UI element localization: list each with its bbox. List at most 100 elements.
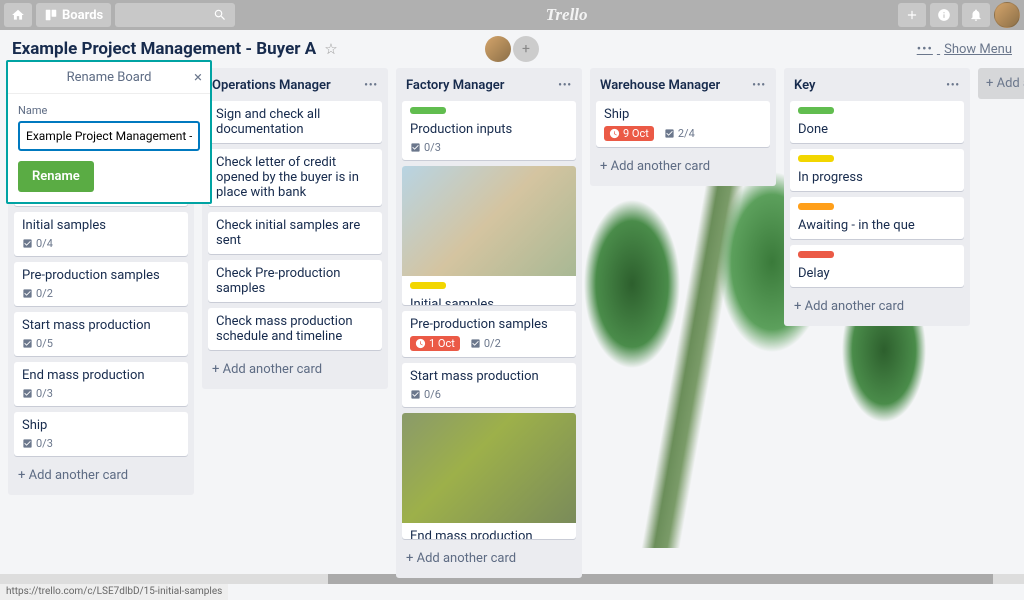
card[interactable]: Start mass production 0/6 xyxy=(402,363,576,407)
card-title: Done xyxy=(798,122,828,137)
list-menu-icon[interactable]: ••• xyxy=(558,80,572,91)
card[interactable]: Pre-production samples 0/2 xyxy=(14,262,188,306)
due-badge: 1 Oct xyxy=(410,336,460,351)
card[interactable]: Initial samples 0/4 xyxy=(14,212,188,256)
card[interactable]: Done xyxy=(790,101,964,143)
list: Factory Manager ••• Production inputs 0/3 I… xyxy=(396,68,582,578)
rename-button[interactable]: Rename xyxy=(18,161,94,192)
add-card-button[interactable]: + Add another card xyxy=(14,462,188,489)
card-title: End mass production xyxy=(22,368,145,383)
search-input[interactable] xyxy=(115,3,235,27)
card[interactable]: Pre-production samples 1 Oct 0/2 xyxy=(402,311,576,357)
name-label: Name xyxy=(18,104,200,117)
boards-label: Boards xyxy=(62,8,103,23)
card-title: Ship xyxy=(604,107,629,122)
card-title: Check letter of credit opened by the buy… xyxy=(216,155,359,200)
list: Key ••• Done In progress Awaiting - in the q… xyxy=(784,68,970,326)
boards-button[interactable]: Boards xyxy=(36,3,111,27)
popover-title: Rename Board× xyxy=(8,62,210,94)
card[interactable]: Ship 9 Oct 2/4 xyxy=(596,101,770,147)
card-title: Check initial samples are sent xyxy=(216,218,360,248)
card-title: Sign and check all documentation xyxy=(216,107,320,137)
card-label xyxy=(798,155,834,162)
add-card-button[interactable]: + Add another card xyxy=(208,356,382,383)
list: Operations Manager ••• Sign and check all … xyxy=(202,68,388,389)
close-icon[interactable]: × xyxy=(194,68,202,86)
card[interactable]: End mass production 1 1 3/5 xyxy=(402,413,576,539)
notifications-button[interactable] xyxy=(962,3,990,27)
checklist-badge: 0/3 xyxy=(22,437,53,450)
user-avatar[interactable] xyxy=(994,2,1020,28)
card-label xyxy=(798,203,834,210)
list-title[interactable]: Operations Manager xyxy=(212,78,331,93)
board-name-input[interactable] xyxy=(18,121,200,151)
card-label xyxy=(410,282,446,289)
add-card-button[interactable]: + Add another card xyxy=(402,545,576,572)
status-bar: https://trello.com/c/LSE7dlbD/15-initial… xyxy=(0,584,228,600)
card-label xyxy=(410,107,446,114)
list-title[interactable]: Warehouse Manager xyxy=(600,78,720,93)
checklist-badge: 2/4 xyxy=(664,127,695,140)
card-title: Production inputs xyxy=(410,122,512,137)
logo: Trello xyxy=(239,5,894,25)
card-title: End mass production xyxy=(410,529,533,539)
card-title: Pre-production samples xyxy=(22,268,160,283)
card[interactable]: Check letter of credit opened by the buy… xyxy=(208,149,382,206)
list: Warehouse Manager ••• Ship 9 Oct 2/4 + Add … xyxy=(590,68,776,186)
card[interactable]: Start mass production 0/5 xyxy=(14,312,188,356)
star-button[interactable]: ☆ xyxy=(324,40,337,58)
info-button[interactable] xyxy=(930,3,958,27)
list-title[interactable]: Key xyxy=(794,78,815,93)
card-label xyxy=(798,251,834,258)
card[interactable]: Awaiting - in the que xyxy=(790,197,964,239)
add-button[interactable] xyxy=(898,3,926,27)
member-avatar[interactable] xyxy=(485,36,511,62)
search-icon xyxy=(213,8,227,22)
card[interactable]: Check Pre-production samples xyxy=(208,260,382,302)
rename-board-popover: Rename Board× Name Rename xyxy=(6,60,212,204)
card-cover-image xyxy=(402,413,576,523)
list-menu-icon[interactable]: ••• xyxy=(364,80,378,91)
card[interactable]: Sign and check all documentation xyxy=(208,101,382,143)
card-title: Awaiting - in the que xyxy=(798,218,915,233)
card-title: Start mass production xyxy=(410,369,539,384)
checklist-badge: 0/3 xyxy=(410,141,441,154)
add-member-button[interactable]: + xyxy=(513,36,539,62)
due-badge: 9 Oct xyxy=(604,126,654,141)
card-cover-image xyxy=(402,166,576,276)
card-title: Pre-production samples xyxy=(410,317,548,332)
add-list-button[interactable]: + Add an xyxy=(978,68,1024,99)
card[interactable]: Production inputs 0/3 xyxy=(402,101,576,160)
card[interactable]: Delay xyxy=(790,245,964,287)
card-title: Initial samples xyxy=(410,297,494,305)
bell-icon xyxy=(969,8,983,22)
show-menu-button[interactable]: ••• Show Menu xyxy=(917,42,1012,57)
plus-icon xyxy=(905,8,919,22)
card[interactable]: Check mass production schedule and timel… xyxy=(208,308,382,350)
card-title: Ship xyxy=(22,418,47,433)
card[interactable]: End mass production 0/3 xyxy=(14,362,188,406)
checklist-badge: 0/3 xyxy=(22,387,53,400)
card-title: Delay xyxy=(798,266,830,281)
checklist-badge: 0/5 xyxy=(22,337,53,350)
list-title[interactable]: Factory Manager xyxy=(406,78,504,93)
card[interactable]: Ship 0/3 xyxy=(14,412,188,456)
card-title: Start mass production xyxy=(22,318,151,333)
add-card-button[interactable]: + Add another card xyxy=(790,293,964,320)
checklist-badge: 0/4 xyxy=(22,237,53,250)
card-title: Check Pre-production samples xyxy=(216,266,340,296)
home-button[interactable] xyxy=(4,3,32,27)
topbar: Boards Trello xyxy=(0,0,1024,30)
card[interactable]: In progress xyxy=(790,149,964,191)
card-title: Initial samples xyxy=(22,218,106,233)
list-menu-icon[interactable]: ••• xyxy=(946,80,960,91)
list-menu-icon[interactable]: ••• xyxy=(752,80,766,91)
boards-icon xyxy=(44,8,58,22)
checklist-badge: 0/2 xyxy=(22,287,53,300)
info-icon xyxy=(937,8,951,22)
card[interactable]: Initial samples 2 1 2/3 xyxy=(402,166,576,305)
card[interactable]: Check initial samples are sent xyxy=(208,212,382,254)
board-title[interactable]: Example Project Management - Buyer A xyxy=(12,39,316,59)
add-card-button[interactable]: + Add another card xyxy=(596,153,770,180)
checklist-badge: 0/2 xyxy=(470,337,501,350)
